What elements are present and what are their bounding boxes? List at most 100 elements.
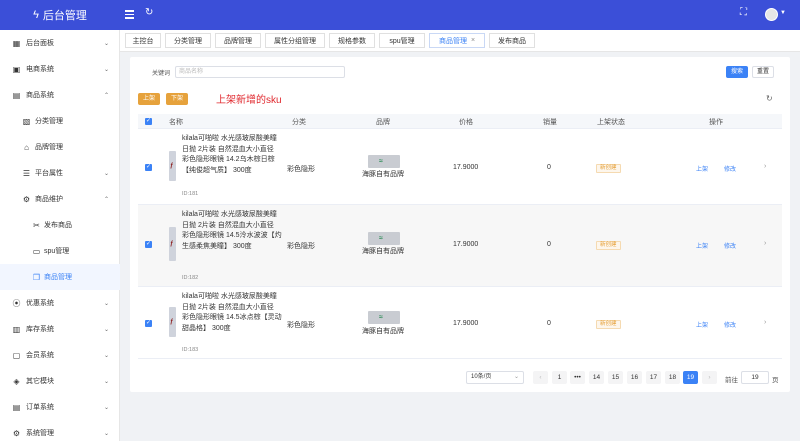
publish-icon: ✂ (33, 220, 40, 230)
tab-spec-params[interactable]: 规格参数 (329, 33, 375, 48)
tab-dashboard[interactable]: 主控台 (125, 33, 161, 48)
col-brand: 品牌 (376, 119, 390, 126)
chevron-right-icon[interactable]: › (764, 163, 766, 170)
chevron-down-icon: ⌄ (104, 170, 110, 177)
col-operations: 操作 (709, 119, 723, 126)
sidebar-item-brand[interactable]: ⌂ 品牌管理 (0, 134, 120, 160)
row-checkbox[interactable]: ✓ (145, 241, 152, 248)
page-button[interactable]: 16 (627, 371, 642, 384)
row-up-link[interactable]: 上架 (696, 241, 708, 250)
refresh-icon[interactable]: ↻ (145, 7, 153, 18)
product-sales: 0 (547, 164, 551, 171)
sidebar-item-order[interactable]: ▤ 订单系统 ⌄ (0, 394, 120, 420)
product-sales: 0 (547, 320, 551, 327)
keyword-label: 关键词 (152, 71, 171, 77)
goto-label: 前往 (725, 377, 738, 384)
avatar[interactable] (765, 8, 778, 21)
sidebar-item-label: 商品系统 (26, 92, 54, 99)
product-name: kilala可啪啦 水光感玻尿酸美瞳日抛 2片装 自然混血大小直径 彩色隐形眼镜… (182, 293, 282, 332)
sidebar-item-label: 后台面板 (26, 40, 54, 47)
reset-button[interactable]: 重置 (752, 66, 774, 78)
product-id: ID:182 (182, 275, 199, 281)
sidebar-item-warehouse[interactable]: ▥ 库存系统 ⌄ (0, 316, 120, 342)
tab-category[interactable]: 分类管理 (165, 33, 211, 48)
table-refresh-icon[interactable]: ↻ (766, 94, 773, 103)
col-status: 上架状态 (597, 119, 625, 126)
sidebar: ▦ 后台面板 ⌄ ▣ 电商系统 ⌄ ▤ 商品系统 ⌃ ▧ 分类管理 ⌂ 品牌管理… (0, 30, 120, 441)
status-badge: 新创建 (596, 241, 621, 250)
row-edit-link[interactable]: 修改 (724, 241, 736, 250)
fullscreen-icon[interactable]: ⛶ (740, 7, 747, 18)
select-all-checkbox[interactable]: ✓ (145, 118, 152, 125)
sidebar-item-attribute[interactable]: ☰ 平台属性 ⌄ (0, 160, 120, 186)
batch-up-button[interactable]: 上架 (138, 93, 160, 105)
close-icon[interactable]: × (471, 37, 475, 44)
sidebar-item-coupon[interactable]: ⦿ 优惠系统 ⌄ (0, 290, 120, 316)
tab-attr-group[interactable]: 属性分组管理 (265, 33, 325, 48)
sidebar-item-ecommerce[interactable]: ▣ 电商系统 ⌄ (0, 56, 120, 82)
col-price: 价格 (459, 119, 473, 126)
sidebar-item-label: 电商系统 (26, 66, 54, 73)
page-ellipsis-button[interactable]: ••• (570, 371, 585, 384)
next-page-button[interactable]: › (702, 371, 717, 384)
sidebar-item-spu[interactable]: ▭ spu管理 (0, 238, 120, 264)
sidebar-item-module[interactable]: ◈ 其它模块 ⌄ (0, 368, 120, 394)
chevron-up-icon: ⌃ (104, 92, 110, 99)
sidebar-item-label: 分类管理 (35, 118, 63, 125)
goto-page-input[interactable]: 19 (741, 371, 769, 384)
row-up-link[interactable]: 上架 (696, 320, 708, 329)
page-button[interactable]: 1 (552, 371, 567, 384)
tab-brand[interactable]: 品牌管理 (215, 33, 261, 48)
page-button[interactable]: 18 (665, 371, 680, 384)
status-badge: 新创建 (596, 320, 621, 329)
sidebar-item-label: 平台属性 (35, 170, 63, 177)
current-page-button[interactable]: 19 (683, 371, 698, 384)
chevron-right-icon[interactable]: › (764, 319, 766, 326)
sidebar-item-member[interactable]: ▢ 会员系统 ⌄ (0, 342, 120, 368)
row-checkbox[interactable]: ✓ (145, 164, 152, 171)
top-header: ϟ 后台管理 ↻ ⛶ ▼ (0, 0, 800, 30)
batch-down-button[interactable]: 下架 (166, 93, 188, 105)
tab-product-manage[interactable]: 商品管理 × (429, 33, 485, 48)
row-edit-link[interactable]: 修改 (724, 164, 736, 173)
sidebar-item-dashboard[interactable]: ▦ 后台面板 ⌄ (0, 30, 120, 56)
chevron-down-icon: ⌄ (104, 378, 110, 385)
row-checkbox[interactable]: ✓ (145, 320, 152, 327)
bolt-icon: ϟ (33, 9, 39, 21)
table-row: ✓ ƒ kilala可啪啦 水光感玻尿酸美瞳日抛 2片装 自然混血大小直径 彩色… (138, 129, 782, 205)
member-icon: ▢ (12, 350, 21, 360)
chevron-down-icon: ⌄ (513, 374, 519, 380)
row-edit-link[interactable]: 修改 (724, 320, 736, 329)
page-button[interactable]: 17 (646, 371, 661, 384)
category-icon: ▧ (22, 116, 31, 126)
page-button[interactable]: 15 (608, 371, 623, 384)
sidebar-item-maintain[interactable]: ⚙ 商品维护 ⌃ (0, 186, 120, 212)
search-button[interactable]: 搜索 (726, 66, 748, 78)
app-title: 后台管理 (42, 10, 87, 22)
sidebar-item-category[interactable]: ▧ 分类管理 (0, 108, 120, 134)
sidebar-item-label: 优惠系统 (26, 300, 54, 307)
col-category: 分类 (292, 119, 306, 126)
chevron-down-icon[interactable]: ▼ (780, 10, 786, 16)
prev-page-button[interactable]: ‹ (533, 371, 548, 384)
tab-label: 商品管理 (438, 37, 467, 45)
sidebar-item-settings[interactable]: ⚙ 系统管理 ⌄ (0, 420, 120, 441)
sidebar-item-label: 发布商品 (44, 222, 72, 229)
sidebar-item-label: 商品维护 (35, 196, 63, 203)
menu-icon[interactable] (125, 8, 134, 19)
tab-label: 主控台 (132, 37, 154, 45)
chevron-right-icon[interactable]: › (764, 240, 766, 247)
page-suffix-label: 页 (772, 377, 779, 384)
sidebar-item-publish[interactable]: ✂ 发布商品 (0, 212, 120, 238)
app-logo[interactable]: ϟ 后台管理 (0, 0, 120, 30)
sidebar-item-goods[interactable]: ▤ 商品系统 ⌃ (0, 82, 120, 108)
page-button[interactable]: 14 (589, 371, 604, 384)
page-size-select[interactable]: 10条/页 ⌄ (466, 371, 524, 384)
row-up-link[interactable]: 上架 (696, 164, 708, 173)
tab-spu[interactable]: spu管理 (379, 33, 425, 48)
search-input[interactable]: 商品名称 (175, 66, 345, 78)
product-name: kilala可啪啦 水光感玻尿酸美瞳日抛 2片装 自然混血大小直径 彩色隐形眼镜… (182, 135, 277, 174)
product-image-icon: ƒ (170, 319, 174, 325)
sidebar-item-product-manage[interactable]: ❒ 商品管理 (0, 264, 120, 290)
tab-publish[interactable]: 发布商品 (489, 33, 535, 48)
